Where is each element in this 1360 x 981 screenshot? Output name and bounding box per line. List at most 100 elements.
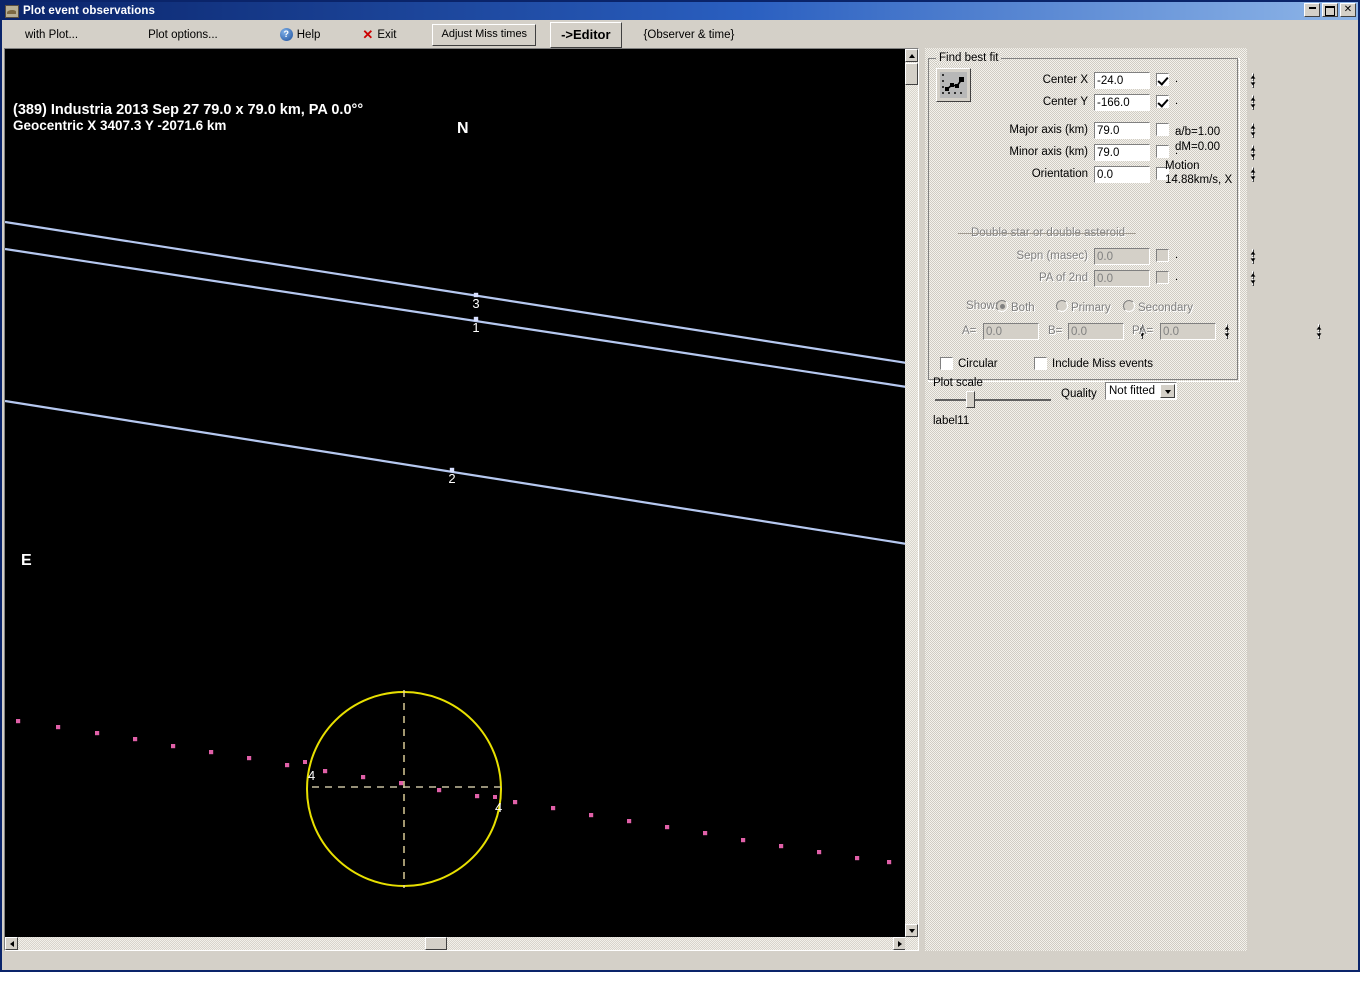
dm-label: dM=0.00	[1175, 141, 1221, 153]
minor-axis-km-field-stepper[interactable]	[1250, 145, 1256, 160]
minor-axis-km-checkbox[interactable]	[1156, 145, 1169, 158]
plot-canvas[interactable]: 3 1 2 4 4 (389) Industria 2013 Sep 27 79.0…	[5, 49, 906, 937]
plot-scale-track[interactable]	[935, 399, 1051, 401]
find-best-fit-legend: Find best fit	[936, 52, 1002, 64]
center-x-label: Center X	[1042, 74, 1088, 86]
circular-checkbox[interactable]	[940, 357, 953, 370]
scroll-down-button[interactable]	[905, 924, 918, 937]
pa-of-2nd-checkbox	[1156, 271, 1169, 284]
center-x-field[interactable]	[1094, 72, 1256, 89]
plot-scale-thumb[interactable]	[966, 391, 975, 408]
plot-pane: 3 1 2 4 4 (389) Industria 2013 Sep 27 79.0…	[4, 48, 919, 951]
track-point	[437, 788, 442, 793]
major-axis-km-checkbox[interactable]	[1156, 123, 1169, 136]
track-point	[95, 731, 100, 736]
pa-field-stepper	[1316, 324, 1322, 339]
plot-horizontal-scrollbar[interactable]	[5, 937, 906, 950]
track-point	[551, 806, 556, 811]
application-window: Plot event observations ✕ with Plot... P…	[0, 0, 1360, 972]
sepn-masec-field	[1094, 248, 1256, 265]
pa-field-input	[1161, 324, 1318, 339]
center-x-field-input[interactable]	[1095, 73, 1252, 88]
limb-label-right: 4	[495, 800, 502, 815]
center-y-field-input[interactable]	[1095, 95, 1252, 110]
major-axis-km-field[interactable]	[1094, 122, 1256, 139]
minor-axis-km-field[interactable]	[1094, 144, 1256, 161]
plot-vertical-scrollbar[interactable]	[905, 49, 918, 937]
quality-dropdown[interactable]: Not fitted	[1105, 382, 1177, 400]
double-star-underline	[958, 233, 1136, 234]
show-radio-label-secondary: Secondary	[1138, 302, 1193, 314]
major-axis-km-label: Major axis (km)	[1009, 124, 1088, 136]
title-bar: Plot event observations ✕	[2, 2, 1358, 20]
adjust-miss-times-button[interactable]: Adjust Miss times	[432, 23, 537, 46]
help-menu[interactable]: ? Help	[274, 28, 327, 41]
show-radio-primary[interactable]	[1056, 300, 1068, 312]
track-point	[171, 744, 176, 749]
track-point	[361, 775, 366, 780]
track-point	[817, 850, 822, 855]
major-axis-km-field-stepper[interactable]	[1250, 123, 1256, 138]
center-y-checkbox[interactable]	[1156, 95, 1169, 108]
chevron-down-icon[interactable]	[1160, 384, 1175, 398]
plot-background	[5, 49, 906, 937]
major-axis-km-field-input[interactable]	[1095, 123, 1252, 138]
track-point	[703, 831, 708, 836]
pa-label: PA=	[1132, 325, 1154, 337]
with-plot-menu[interactable]: with Plot...	[19, 29, 84, 41]
chord-label-3: 3	[472, 296, 479, 311]
minor-axis-km-label: Minor axis (km)	[1009, 146, 1088, 158]
track-point	[475, 794, 480, 799]
find-best-fit-group: Find best fit Center X -24.0 . Center Y …	[928, 52, 1322, 382]
track-point	[56, 725, 61, 730]
plot-options-menu[interactable]: Plot options...	[142, 29, 224, 41]
pa-of-2nd-dot: .	[1175, 271, 1179, 283]
maximize-button[interactable]	[1322, 3, 1338, 17]
horizontal-scroll-thumb[interactable]	[425, 937, 447, 950]
pa-of-2nd-label: PA of 2nd	[1038, 272, 1088, 284]
vertical-scroll-thumb[interactable]	[905, 63, 918, 85]
track-point	[887, 860, 892, 865]
plot-scale-label: Plot scale	[933, 377, 983, 389]
limb-marker-right	[493, 795, 497, 799]
compass-north-label: N	[457, 120, 469, 137]
close-button[interactable]: ✕	[1340, 3, 1356, 17]
center-y-field[interactable]	[1094, 94, 1256, 111]
minor-axis-km-field-input[interactable]	[1095, 145, 1252, 160]
track-point	[855, 856, 860, 861]
include-miss-events-label: Include Miss events	[1052, 358, 1153, 370]
center-y-field-stepper[interactable]	[1250, 95, 1256, 110]
orientation-field[interactable]	[1094, 166, 1256, 183]
track-point	[513, 800, 518, 805]
plot-title-line2: Geocentric X 3407.3 Y -2071.6 km	[13, 118, 226, 133]
find-best-fit-icon-button[interactable]	[936, 68, 971, 102]
editor-button[interactable]: ->Editor	[550, 21, 622, 48]
track-point	[589, 813, 594, 818]
track-point	[133, 737, 138, 742]
exit-icon: ✕	[362, 26, 374, 42]
scroll-left-button[interactable]	[5, 937, 18, 950]
a-field	[983, 323, 1145, 340]
show-radio-secondary[interactable]	[1123, 300, 1135, 312]
show-radio-both[interactable]	[996, 300, 1008, 312]
center-x-dot: .	[1175, 73, 1179, 85]
exit-menu[interactable]: ✕ Exit	[356, 26, 402, 42]
track-point	[627, 819, 632, 824]
track-point	[247, 756, 252, 761]
limb-marker-left	[303, 760, 307, 764]
track-point	[323, 769, 328, 774]
track-point	[399, 781, 404, 786]
chord-label-1: 1	[472, 320, 479, 335]
center-x-field-stepper[interactable]	[1250, 73, 1256, 88]
minimize-button[interactable]	[1304, 3, 1320, 17]
motion-value-label: 14.88km/s, X	[1165, 174, 1233, 186]
help-icon: ?	[279, 28, 293, 41]
pa-field	[1160, 323, 1322, 340]
center-x-checkbox[interactable]	[1156, 73, 1169, 86]
window-title: Plot event observations	[23, 5, 156, 17]
sepn-masec-field-input	[1095, 249, 1252, 264]
scroll-up-button[interactable]	[905, 49, 918, 62]
include-miss-events-checkbox[interactable]	[1034, 357, 1047, 370]
help-label: Help	[296, 28, 321, 41]
orientation-field-stepper[interactable]	[1250, 167, 1256, 182]
